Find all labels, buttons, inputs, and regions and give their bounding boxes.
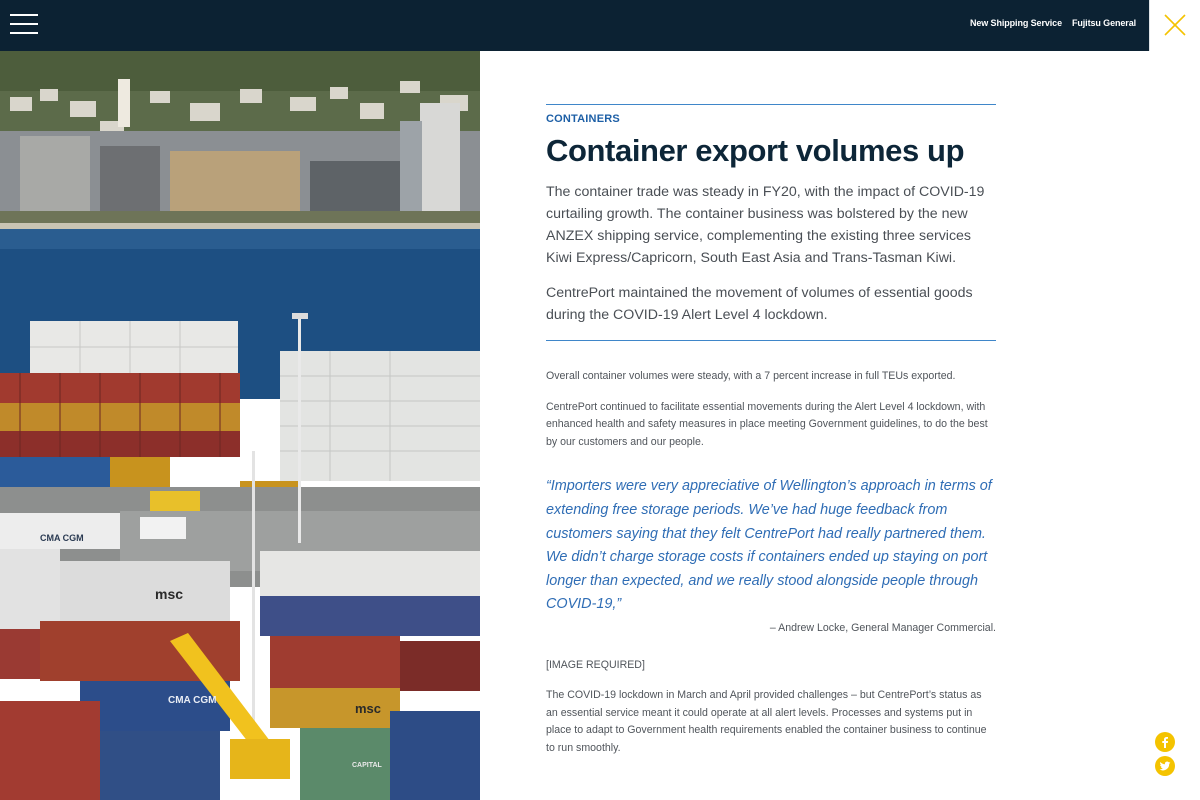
article-lede: The container trade was steady in FY20, …: [546, 181, 996, 326]
article: CONTAINERS Container export volumes up T…: [546, 104, 996, 757]
menu-icon[interactable]: [10, 13, 38, 35]
facebook-icon: [1162, 737, 1169, 748]
container-brand-2: msc: [155, 586, 183, 602]
container-brand-4: msc: [355, 701, 381, 716]
section-kicker: CONTAINERS: [546, 113, 620, 125]
article-headline: Container export volumes up: [546, 133, 965, 168]
article-body: Overall container volumes were steady, w…: [546, 368, 996, 451]
close-button[interactable]: [1149, 0, 1200, 51]
container-brand-5: CAPITAL: [352, 762, 383, 769]
body-paragraph: CentrePort continued to facilitate essen…: [546, 400, 988, 448]
body-paragraph: Overall container volumes were steady, w…: [546, 370, 956, 382]
top-divider: [546, 104, 996, 105]
container-brand-3: CMA CGM: [168, 695, 217, 706]
port-photo: CMA CGM msc CMA CGM msc CAPITAL: [0, 51, 480, 800]
quote-attribution: – Andrew Locke, General Manager Commerci…: [769, 621, 996, 634]
closing-paragraph: The COVID-19 lockdown in March and April…: [546, 688, 987, 754]
facebook-share-button[interactable]: [1155, 732, 1175, 752]
close-icon: [1164, 14, 1186, 36]
image-placeholder: [IMAGE REQUIRED]: [546, 658, 645, 671]
social-share: [1155, 732, 1175, 780]
lede-paragraph: CentrePort maintained the movement of vo…: [546, 285, 973, 323]
lede-divider: [546, 340, 996, 341]
top-nav: New Shipping Service Fujitsu General: [970, 18, 1136, 28]
nav-link-new-shipping-service[interactable]: New Shipping Service: [970, 18, 1062, 28]
container-brand-1: CMA CGM: [40, 533, 84, 543]
lede-paragraph: The container trade was steady in FY20, …: [546, 184, 985, 266]
top-bar: New Shipping Service Fujitsu General: [0, 0, 1200, 51]
nav-link-fujitsu-general[interactable]: Fujitsu General: [1072, 18, 1136, 28]
pull-quote: “Importers were very appreciative of Wel…: [546, 478, 992, 613]
twitter-icon: [1159, 761, 1171, 771]
twitter-share-button[interactable]: [1155, 756, 1175, 776]
